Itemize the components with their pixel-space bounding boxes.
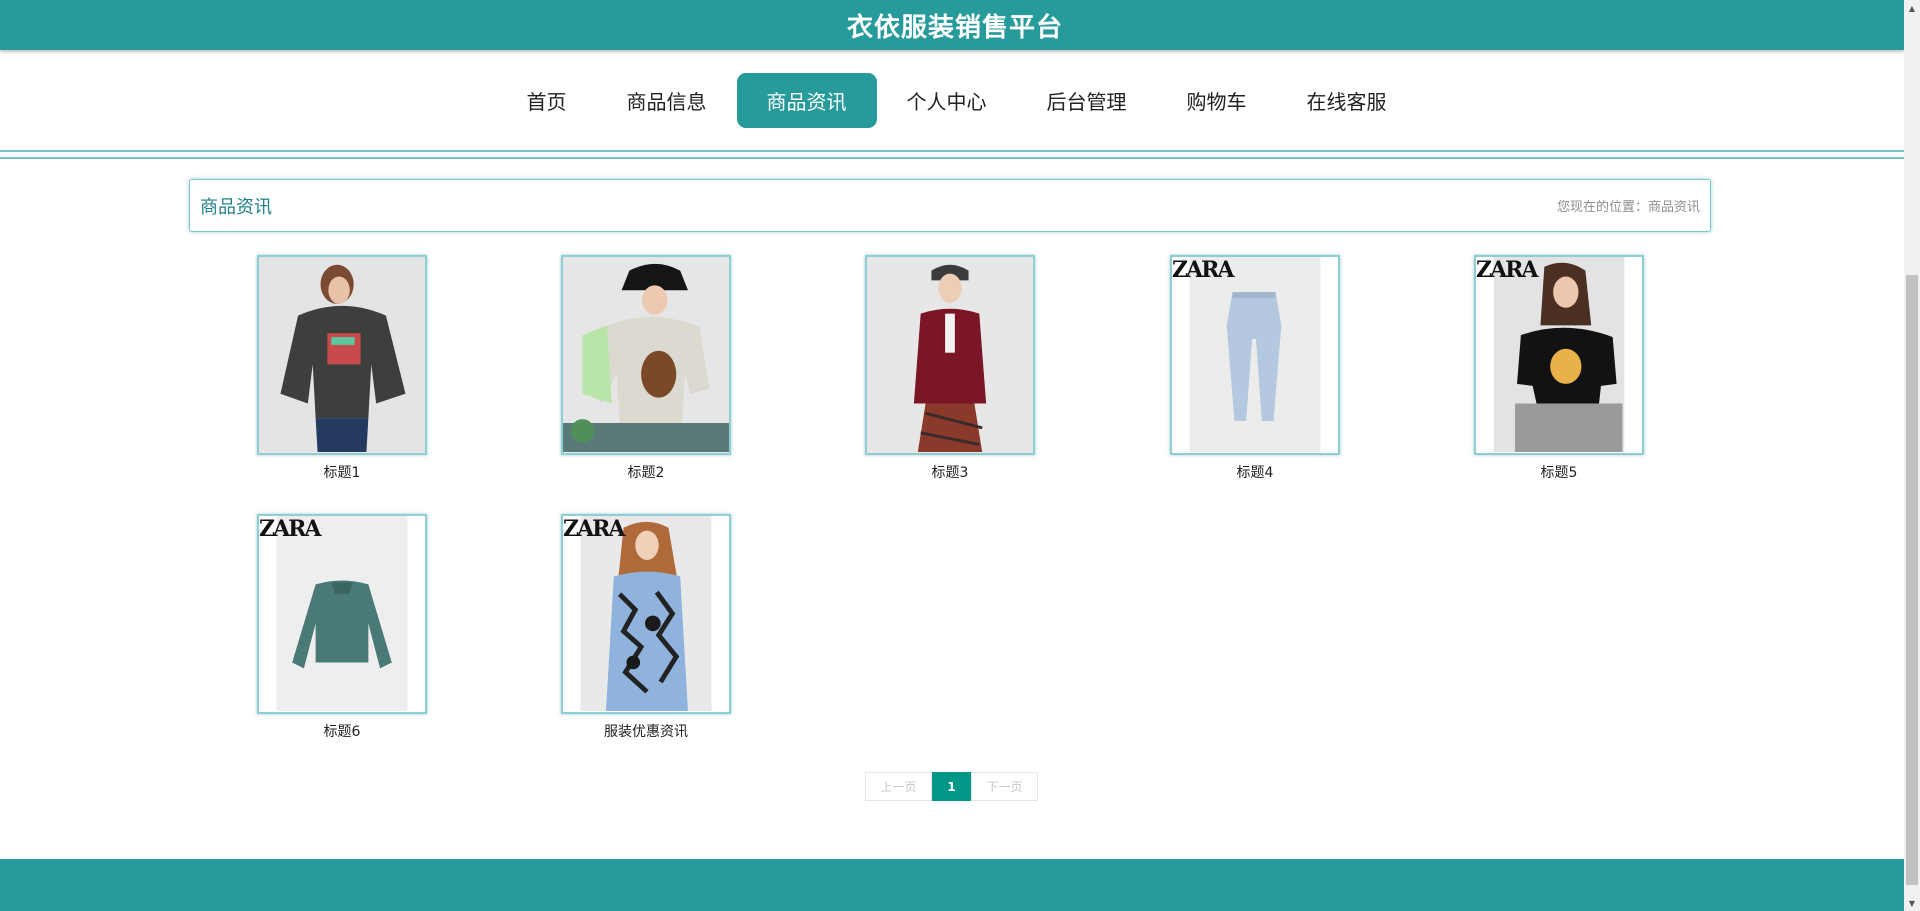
nav-divider bbox=[0, 157, 1904, 159]
model-photo bbox=[259, 257, 425, 453]
site-title: 衣依服装销售平台 bbox=[846, 12, 1063, 43]
model-photo bbox=[563, 257, 729, 453]
brand-logo: ZARA bbox=[259, 516, 322, 542]
news-card[interactable]: 标题3 bbox=[865, 255, 1035, 482]
news-card[interactable]: ZARA 标题5 bbox=[1474, 255, 1644, 482]
news-caption[interactable]: 标题4 bbox=[1170, 462, 1340, 482]
nav-list: 首页 商品信息 商品资讯 个人中心 后台管理 购物车 在线客服 bbox=[497, 73, 1417, 128]
news-thumbnail[interactable]: ZARA bbox=[1170, 255, 1340, 455]
nav-item-product-news[interactable]: 商品资讯 bbox=[736, 73, 877, 128]
site-header: 衣依服装销售平台 bbox=[0, 0, 1904, 50]
news-card[interactable]: ZARA 服装优惠资讯 bbox=[561, 514, 731, 741]
breadcrumb-location: 您现在的位置：商品资讯 bbox=[1556, 200, 1700, 215]
news-caption[interactable]: 标题1 bbox=[257, 462, 427, 482]
breadcrumb: 商品资讯 您现在的位置：商品资讯 bbox=[189, 179, 1711, 232]
news-thumbnail[interactable]: ZARA bbox=[257, 514, 427, 714]
prev-page-button[interactable]: 上一页 bbox=[865, 772, 932, 801]
news-caption[interactable]: 标题5 bbox=[1474, 462, 1644, 482]
brand-logo: ZARA bbox=[563, 516, 626, 542]
news-card[interactable]: 标题2 bbox=[561, 255, 731, 482]
nav-item-cart[interactable]: 购物车 bbox=[1157, 73, 1277, 128]
main-nav: 首页 商品信息 商品资讯 个人中心 后台管理 购物车 在线客服 bbox=[0, 50, 1904, 150]
scroll-down-icon[interactable]: ▼ bbox=[1904, 895, 1920, 911]
brand-logo: ZARA bbox=[1476, 257, 1539, 283]
next-page-button[interactable]: 下一页 bbox=[971, 772, 1038, 801]
vertical-scrollbar[interactable]: ▲ ▼ bbox=[1904, 0, 1920, 911]
news-thumbnail[interactable] bbox=[865, 255, 1035, 455]
news-thumbnail[interactable]: ZARA bbox=[1474, 255, 1644, 455]
product-photo bbox=[1172, 257, 1338, 453]
model-photo bbox=[1476, 257, 1642, 453]
news-thumbnail[interactable] bbox=[561, 255, 731, 455]
news-caption[interactable]: 服装优惠资讯 bbox=[561, 721, 731, 741]
pagination: 上一页 1 下一页 bbox=[865, 772, 1038, 801]
page: 衣依服装销售平台 首页 商品信息 商品资讯 个人中心 后台管理 购物车 在线客服… bbox=[0, 0, 1904, 911]
news-card[interactable]: ZARA 标题6 bbox=[257, 514, 427, 741]
brand-logo: ZARA bbox=[1172, 257, 1235, 283]
product-photo bbox=[259, 516, 425, 712]
news-caption[interactable]: 标题3 bbox=[865, 462, 1035, 482]
nav-item-personal-center[interactable]: 个人中心 bbox=[877, 73, 1017, 128]
nav-item-home[interactable]: 首页 bbox=[497, 73, 597, 128]
page-title: 商品资讯 bbox=[200, 196, 272, 218]
news-caption[interactable]: 标题2 bbox=[561, 462, 731, 482]
news-thumbnail[interactable] bbox=[257, 255, 427, 455]
scroll-up-icon[interactable]: ▲ bbox=[1904, 0, 1920, 16]
news-caption[interactable]: 标题6 bbox=[257, 721, 427, 741]
model-photo bbox=[867, 257, 1033, 453]
site-footer bbox=[0, 859, 1904, 911]
page-number-current[interactable]: 1 bbox=[932, 772, 971, 801]
scrollbar-thumb[interactable] bbox=[1906, 275, 1918, 885]
news-card[interactable]: 标题1 bbox=[257, 255, 427, 482]
nav-item-admin[interactable]: 后台管理 bbox=[1017, 73, 1157, 128]
model-photo bbox=[563, 516, 729, 712]
news-thumbnail[interactable]: ZARA bbox=[561, 514, 731, 714]
nav-item-product-info[interactable]: 商品信息 bbox=[597, 73, 737, 128]
news-card[interactable]: ZARA 标题4 bbox=[1170, 255, 1340, 482]
nav-item-customer-service[interactable]: 在线客服 bbox=[1277, 73, 1417, 128]
nav-divider bbox=[0, 150, 1904, 152]
